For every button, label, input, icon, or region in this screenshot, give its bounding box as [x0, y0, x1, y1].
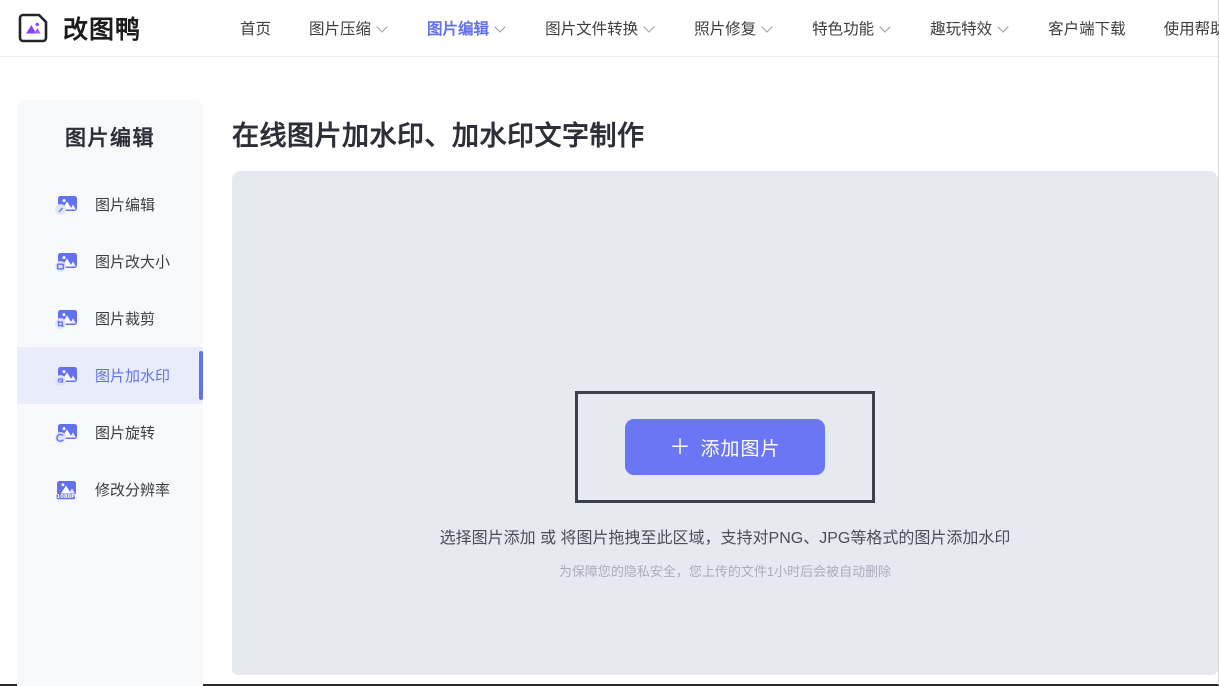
upload-dropzone[interactable]: ＋ 添加图片 选择图片添加 或 将图片拖拽至此区域，支持对PNG、JPG等格式的… [232, 171, 1218, 675]
main-content: 在线图片加水印、加水印文字制作 ＋ 添加图片 选择图片添加 或 将图片拖拽至此区… [232, 100, 1218, 675]
nav-label: 使用帮助 [1163, 21, 1219, 38]
site-header: 改图鸭 首页 图片压缩 图片编辑 图片文件转换 照片修复 特色功能 趣玩特效 客… [0, 0, 1219, 57]
dropzone-hint-primary: 选择图片添加 或 将图片拖拽至此区域，支持对PNG、JPG等格式的图片添加水印 [439, 530, 1011, 547]
nav-label: 首页 [240, 21, 272, 38]
main-nav: 首页 图片压缩 图片编辑 图片文件转换 照片修复 特色功能 趣玩特效 客户端下载… [221, 8, 1219, 48]
nav-item-help[interactable]: 使用帮助 [1145, 8, 1219, 48]
chevron-down-icon [999, 23, 1010, 34]
resolution-badge-text: 1080P [57, 494, 75, 500]
image-logo-icon [14, 9, 52, 47]
image-resolution-icon: 1080P [53, 477, 79, 503]
nav-label: 图片文件转换 [545, 21, 639, 38]
sidebar-item-image-resize[interactable]: 图片改大小 [17, 233, 203, 290]
nav-label: 趣玩特效 [930, 21, 993, 38]
nav-item-features[interactable]: 特色功能 [793, 8, 911, 48]
page-root: 改图鸭 首页 图片压缩 图片编辑 图片文件转换 照片修复 特色功能 趣玩特效 客… [0, 0, 1219, 686]
page-title: 在线图片加水印、加水印文字制作 [232, 121, 645, 151]
brand-logo[interactable]: 改图鸭 [14, 9, 141, 47]
dropzone-center: ＋ 添加图片 选择图片添加 或 将图片拖拽至此区域，支持对PNG、JPG等格式的… [232, 391, 1218, 580]
nav-label: 客户端下载 [1048, 21, 1126, 38]
nav-label: 图片压缩 [309, 21, 372, 38]
sidebar-item-label: 图片旋转 [95, 425, 156, 442]
add-image-focus-outline: ＋ 添加图片 [575, 391, 875, 503]
chevron-down-icon [881, 23, 892, 34]
nav-item-client-download[interactable]: 客户端下载 [1029, 8, 1145, 48]
nav-item-convert[interactable]: 图片文件转换 [526, 8, 675, 48]
chevron-down-icon [378, 23, 389, 34]
sidebar-list: 图片编辑 图片改大小 图片裁剪 图片加水印 图片旋转 1080P 修改分辨率 [17, 176, 203, 518]
nav-item-home[interactable]: 首页 [221, 8, 290, 48]
nav-item-compress[interactable]: 图片压缩 [290, 8, 408, 48]
brand-name: 改图鸭 [63, 16, 142, 44]
sidebar-item-image-resolution[interactable]: 1080P 修改分辨率 [17, 461, 203, 518]
plus-icon: ＋ [669, 435, 692, 459]
add-image-button[interactable]: ＋ 添加图片 [625, 419, 825, 475]
image-rotate-icon [53, 420, 79, 446]
image-crop-icon [53, 306, 79, 332]
sidebar-item-image-rotate[interactable]: 图片旋转 [17, 404, 203, 461]
image-resize-icon [53, 249, 79, 275]
nav-label: 图片编辑 [427, 21, 490, 38]
sidebar-item-label: 图片裁剪 [95, 311, 156, 328]
sidebar-title: 图片编辑 [65, 127, 155, 150]
image-edit-icon [53, 192, 79, 218]
sidebar-item-image-crop[interactable]: 图片裁剪 [17, 290, 203, 347]
nav-label: 特色功能 [812, 21, 875, 38]
sidebar-item-label: 图片改大小 [95, 254, 171, 271]
add-image-button-label: 添加图片 [700, 438, 781, 460]
sidebar: 图片编辑 图片编辑 图片改大小 图片裁剪 图片加水印 图片旋转 1080P 修改… [17, 100, 203, 686]
sidebar-item-label: 图片加水印 [95, 368, 171, 385]
nav-item-fun-effects[interactable]: 趣玩特效 [911, 8, 1029, 48]
chevron-down-icon [496, 23, 507, 34]
image-watermark-icon [53, 363, 79, 389]
sidebar-item-image-watermark[interactable]: 图片加水印 [17, 347, 203, 404]
nav-item-edit[interactable]: 图片编辑 [408, 8, 526, 48]
sidebar-item-image-edit[interactable]: 图片编辑 [17, 176, 203, 233]
chevron-down-icon [645, 23, 656, 34]
nav-item-photo-repair[interactable]: 照片修复 [675, 8, 793, 48]
sidebar-item-label: 图片编辑 [95, 197, 156, 214]
chevron-down-icon [763, 23, 774, 34]
sidebar-item-label: 修改分辨率 [95, 482, 171, 499]
nav-label: 照片修复 [694, 21, 757, 38]
dropzone-hint-secondary: 为保障您的隐私安全，您上传的文件1小时后会被自动删除 [558, 564, 892, 579]
